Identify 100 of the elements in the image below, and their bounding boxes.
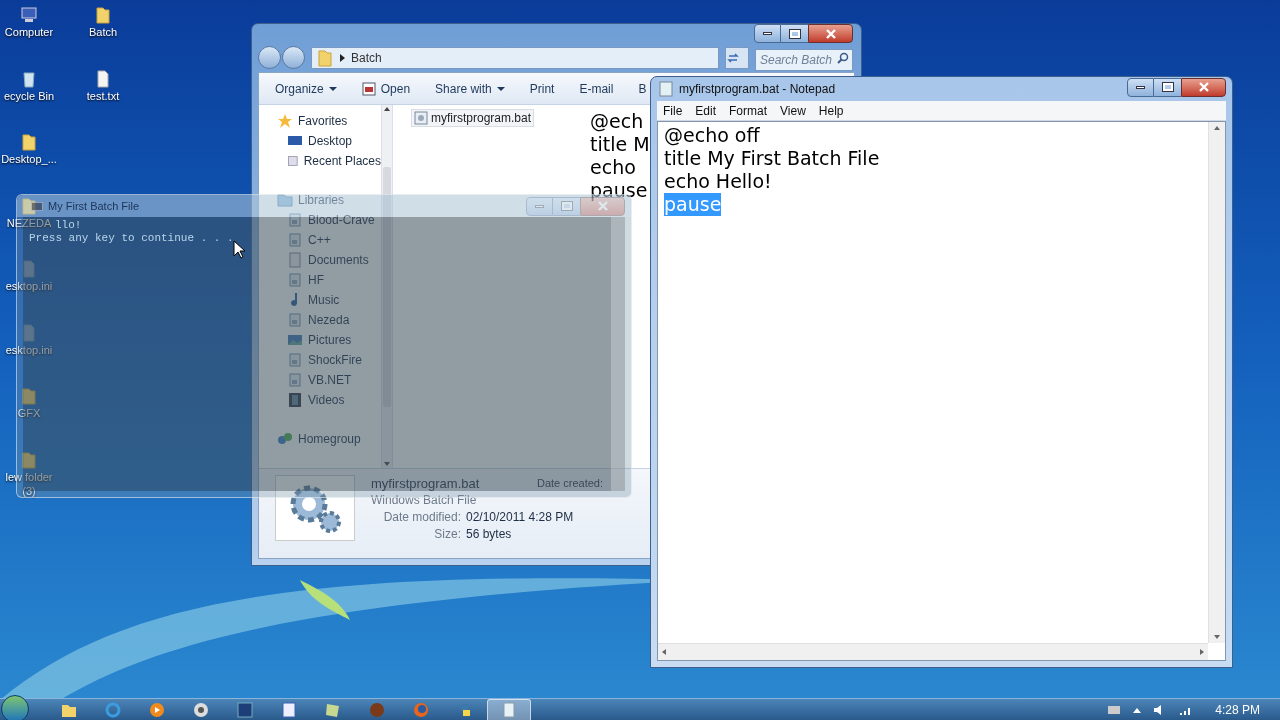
text-line: title My First Batch File	[664, 147, 880, 170]
start-button[interactable]	[1, 695, 29, 720]
folder-icon	[20, 450, 38, 469]
homegroup-icon	[277, 431, 293, 447]
nav-scrollbar[interactable]	[381, 105, 393, 468]
file-type: Windows Batch File	[371, 492, 478, 509]
batch-file-icon	[414, 111, 428, 125]
maximize-button[interactable]	[1154, 77, 1181, 97]
refresh-icon	[726, 50, 740, 65]
preview-line: @ech	[590, 110, 644, 133]
text-line: @echo off	[664, 124, 760, 147]
console-icon	[31, 201, 43, 211]
toolbar-button[interactable]: Organize	[275, 79, 337, 98]
nav-item[interactable]: HF	[308, 271, 324, 289]
console-output-line: llo!	[55, 219, 82, 232]
folder-icon	[316, 48, 334, 67]
breadcrumb-item[interactable]: Batch	[351, 48, 382, 67]
close-icon	[825, 28, 836, 39]
desktop-icon-label[interactable]: ecycle Bin	[3, 88, 55, 103]
menu-item[interactable]: File	[663, 101, 683, 120]
text-file-icon	[94, 69, 112, 88]
toolbar-button[interactable]: Print	[529, 79, 555, 98]
library-icon	[287, 212, 303, 228]
maximize-button[interactable]	[781, 24, 808, 43]
file-list-entry[interactable]: myfirstprogram.bat	[411, 109, 535, 127]
close-icon	[1198, 82, 1209, 92]
search-field[interactable]: Search Batch	[755, 48, 853, 71]
taskbar-button[interactable]	[487, 699, 531, 720]
settings-file-icon	[20, 260, 38, 278]
libraries-icon	[277, 192, 293, 208]
toolbar-button[interactable]: B	[638, 79, 647, 98]
clock[interactable]: 4:28 PM	[1215, 701, 1260, 719]
caret-icon	[496, 86, 505, 91]
settings-file-icon	[20, 323, 38, 342]
vertical-scrollbar[interactable]	[1208, 122, 1225, 643]
console-output-line: Press any key to continue . . .	[29, 232, 234, 245]
menu-item[interactable]: Edit	[695, 101, 717, 120]
nav-item[interactable]: Nezeda	[308, 311, 350, 329]
forward-button[interactable]	[282, 46, 305, 69]
round-app-icon[interactable]	[192, 701, 210, 719]
horizontal-scrollbar[interactable]	[658, 643, 1208, 660]
breadcrumb-arrow	[340, 53, 345, 62]
nav-item[interactable]: Desktop	[308, 132, 353, 150]
keyboard-icon[interactable]	[1107, 704, 1122, 716]
date-created-label: Date created:	[536, 476, 603, 491]
toolbar-button[interactable]: Open	[361, 79, 411, 98]
desktop-icon-label[interactable]: Desktop_...	[1, 152, 57, 166]
nav-group-label[interactable]: Favorites	[298, 112, 348, 130]
notepad-icon[interactable]	[500, 701, 518, 719]
open-file-icon	[361, 81, 376, 96]
desktop-icon-label[interactable]: Computer	[4, 25, 54, 39]
library-icon	[287, 312, 303, 328]
menu-item[interactable]: View	[780, 101, 806, 120]
tray-expand-icon[interactable]	[1133, 707, 1142, 713]
nav-item[interactable]: Recent Places	[303, 152, 381, 170]
minimize-button[interactable]	[1127, 77, 1154, 97]
photoshop-icon[interactable]	[236, 701, 254, 719]
desktop-icon-label[interactable]: test.txt	[86, 88, 120, 103]
detail-value: 56 bytes	[466, 526, 512, 543]
nav-item[interactable]: C++	[308, 231, 331, 249]
detail-label: Size:	[433, 526, 461, 543]
close-button[interactable]	[1181, 77, 1226, 97]
menu-item[interactable]: Help	[818, 101, 844, 120]
computer-icon	[20, 6, 38, 24]
film-icon	[287, 392, 303, 408]
star-icon	[277, 113, 293, 129]
search-icon	[837, 51, 849, 64]
detail-value: 02/10/2011 4:28 PM	[466, 509, 574, 526]
library-icon	[287, 272, 303, 288]
nav-item[interactable]: VB.NET	[308, 371, 352, 389]
library-icon	[287, 372, 303, 388]
library-icon	[287, 232, 303, 248]
pictures-icon	[287, 332, 303, 348]
document-app-icon[interactable]	[280, 701, 298, 719]
text-line: echo Hello!	[664, 170, 772, 193]
minimize-button[interactable]	[754, 24, 781, 43]
refresh-button[interactable]	[725, 46, 749, 69]
browser-e-icon[interactable]	[104, 701, 122, 719]
folder-icon	[20, 133, 38, 151]
nav-item[interactable]: Blood-Crave	[308, 211, 375, 229]
close-button[interactable]	[808, 24, 853, 43]
address-bar[interactable]: Batch	[311, 46, 719, 69]
nav-item[interactable]: Music	[308, 291, 340, 309]
nav-item[interactable]: ShockFire	[308, 351, 363, 369]
desktop-icon-label[interactable]: Batch	[88, 25, 118, 39]
recent-places-icon	[287, 153, 299, 169]
back-button[interactable]	[258, 46, 281, 69]
nav-group-label[interactable]: Homegroup	[298, 430, 361, 448]
nav-item[interactable]: Videos	[308, 391, 345, 409]
detail-label: Date modified:	[382, 509, 461, 526]
preview-line: title M	[590, 133, 650, 156]
toolbar-button[interactable]: E-mail	[579, 79, 614, 98]
menu-item[interactable]: Format	[729, 101, 768, 120]
toolbar-button[interactable]: Share with	[435, 79, 505, 98]
preview-line: pause	[590, 179, 648, 202]
media-player-icon[interactable]	[148, 701, 166, 719]
caret-icon	[328, 86, 337, 91]
notepad-icon	[659, 81, 673, 97]
nav-item[interactable]: Documents	[308, 251, 369, 269]
nav-item[interactable]: Pictures	[308, 331, 352, 349]
